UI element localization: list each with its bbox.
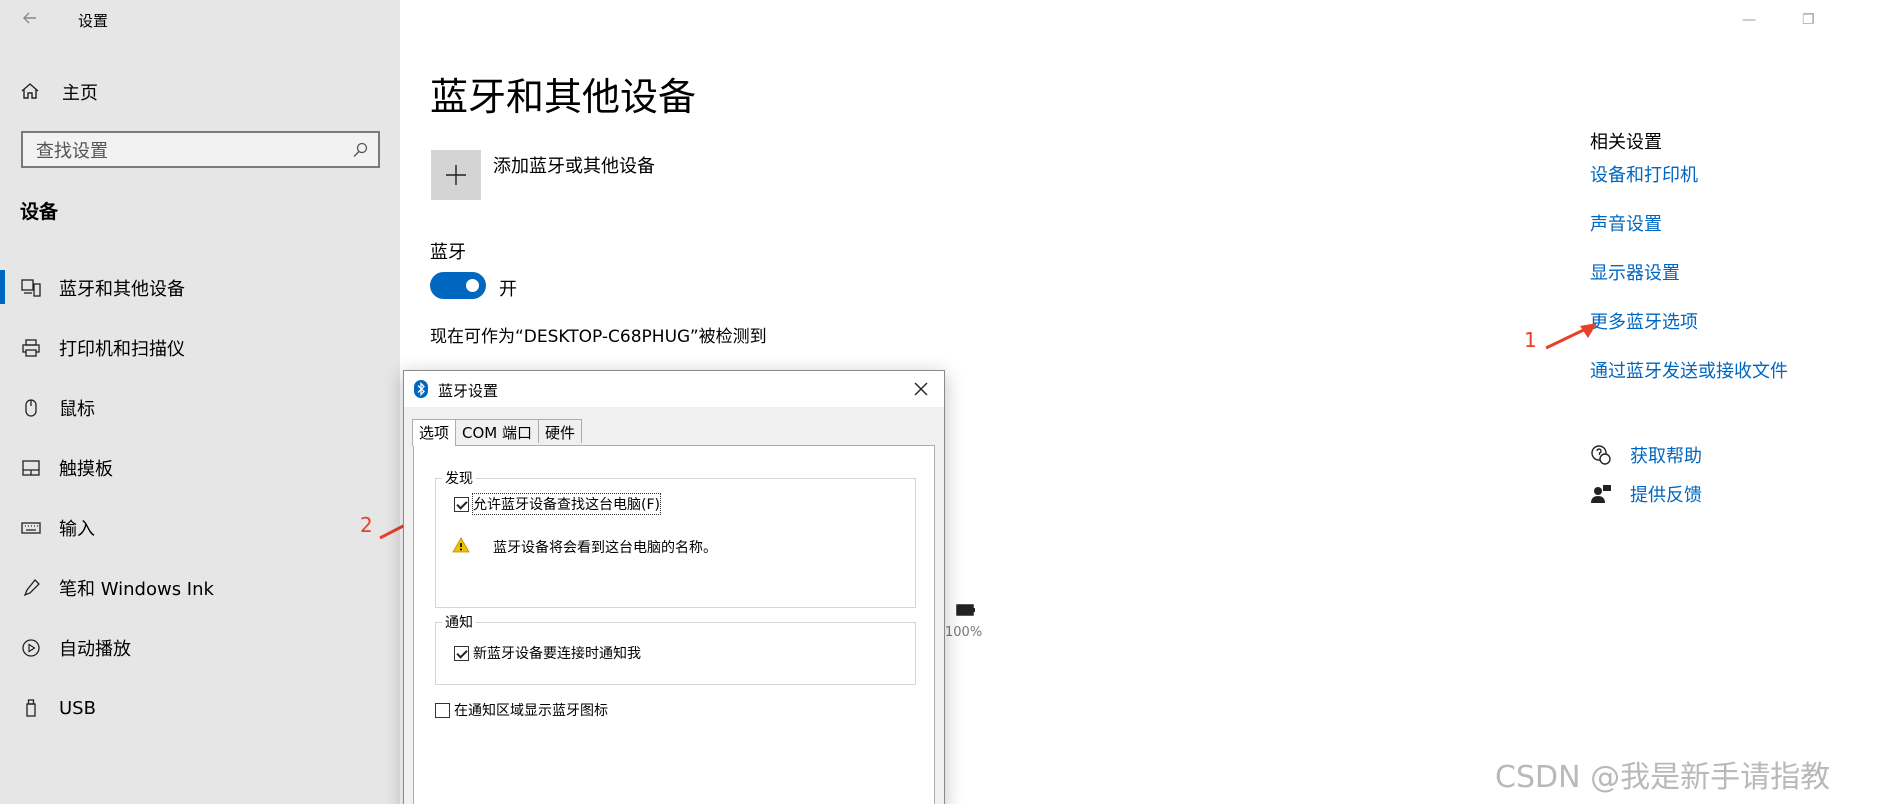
app-title: 设置 bbox=[78, 12, 109, 30]
link-more-bluetooth-options[interactable]: 更多蓝牙选项 bbox=[1590, 308, 1698, 334]
notify-group-label: 通知 bbox=[442, 612, 476, 632]
checkbox-unchecked bbox=[435, 702, 450, 718]
bluetooth-settings-dialog: 蓝牙设置 选项 COM 端口 硬件 发现 允许蓝牙设备查找这台电脑(F) 蓝牙设… bbox=[403, 370, 945, 804]
sidebar-item-label: 触摸板 bbox=[59, 459, 113, 480]
feedback-label: 提供反馈 bbox=[1630, 485, 1702, 506]
watermark: CSDN @我是新手请指教 bbox=[1495, 760, 1831, 795]
add-device-button[interactable]: 添加蓝牙或其他设备 bbox=[431, 150, 655, 200]
annotation-number-1: 1 bbox=[1524, 328, 1537, 352]
printer-icon bbox=[20, 337, 42, 359]
search-input[interactable]: 查找设置 bbox=[21, 131, 380, 168]
touchpad-icon bbox=[20, 457, 42, 479]
get-help-link[interactable]: 获取帮助 bbox=[1590, 442, 1702, 468]
link-send-receive-bluetooth[interactable]: 通过蓝牙发送或接收文件 bbox=[1590, 357, 1788, 383]
notify-new-label: 新蓝牙设备要连接时通知我 bbox=[473, 646, 641, 662]
search-icon[interactable] bbox=[352, 142, 368, 158]
tab-hardware[interactable]: 硬件 bbox=[538, 419, 583, 443]
pen-icon bbox=[20, 577, 42, 599]
battery-icon bbox=[956, 602, 976, 616]
close-icon[interactable] bbox=[910, 378, 932, 400]
discovery-group-label: 发现 bbox=[442, 468, 476, 488]
battery-percent: 100% bbox=[945, 625, 983, 640]
minimize-icon[interactable]: — bbox=[1742, 12, 1756, 28]
autoplay-icon bbox=[20, 637, 42, 659]
back-arrow-icon[interactable] bbox=[22, 10, 38, 26]
home-label: 主页 bbox=[62, 83, 98, 104]
discovery-group: 发现 允许蓝牙设备查找这台电脑(F) 蓝牙设备将会看到这台电脑的名称。 bbox=[435, 468, 916, 608]
annotation-number-2: 2 bbox=[360, 513, 373, 537]
restore-icon[interactable]: ❐ bbox=[1802, 12, 1815, 28]
checkbox-checked bbox=[454, 645, 469, 661]
section-title: 设备 bbox=[20, 201, 59, 223]
notify-new-checkbox[interactable]: 新蓝牙设备要连接时通知我 bbox=[454, 643, 641, 663]
sidebar-item-label: 输入 bbox=[59, 519, 95, 540]
sidebar: 设置 主页 查找设置 设备 蓝牙和其他设备 打印机和扫描仪 鼠标 触摸板 输入 … bbox=[0, 0, 400, 804]
home-icon bbox=[20, 81, 42, 103]
sidebar-nav: 蓝牙和其他设备 打印机和扫描仪 鼠标 触摸板 输入 笔和 Windows Ink… bbox=[0, 258, 400, 738]
show-tray-icon-label: 在通知区域显示蓝牙图标 bbox=[454, 703, 608, 719]
plus-icon bbox=[431, 150, 481, 200]
home-nav-item[interactable]: 主页 bbox=[20, 79, 98, 105]
bluetooth-icon bbox=[414, 380, 428, 398]
dialog-titlebar: 蓝牙设置 bbox=[404, 371, 944, 407]
usb-icon bbox=[20, 697, 42, 719]
toggle-state-label: 开 bbox=[499, 279, 517, 300]
dialog-tabs: 选项 COM 端口 硬件 bbox=[412, 419, 583, 446]
get-help-label: 获取帮助 bbox=[1630, 446, 1702, 467]
help-chat-icon bbox=[1590, 444, 1612, 466]
related-settings-title: 相关设置 bbox=[1590, 132, 1662, 153]
checkbox-checked bbox=[454, 496, 469, 512]
dialog-title: 蓝牙设置 bbox=[438, 382, 499, 400]
discoverable-text: 现在可作为“DESKTOP-C68PHUG”被检测到 bbox=[430, 327, 767, 347]
bluetooth-devices-icon bbox=[20, 277, 42, 299]
link-display-settings[interactable]: 显示器设置 bbox=[1590, 259, 1680, 285]
tab-options[interactable]: 选项 bbox=[412, 419, 457, 446]
notify-group: 通知 新蓝牙设备要连接时通知我 bbox=[435, 612, 916, 685]
mouse-icon bbox=[20, 397, 42, 419]
allow-discovery-label: 允许蓝牙设备查找这台电脑(F) bbox=[472, 493, 661, 515]
window-controls: — ❐ bbox=[1712, 0, 1892, 40]
search-placeholder: 查找设置 bbox=[36, 140, 108, 162]
sidebar-item-bluetooth[interactable]: 蓝牙和其他设备 bbox=[0, 258, 400, 318]
link-devices-printers[interactable]: 设备和打印机 bbox=[1590, 161, 1698, 187]
sidebar-item-touchpad[interactable]: 触摸板 bbox=[0, 438, 400, 498]
allow-discovery-checkbox[interactable]: 允许蓝牙设备查找这台电脑(F) bbox=[454, 493, 661, 515]
sidebar-item-autoplay[interactable]: 自动播放 bbox=[0, 618, 400, 678]
add-device-label: 添加蓝牙或其他设备 bbox=[493, 156, 655, 177]
sidebar-item-usb[interactable]: USB bbox=[0, 678, 400, 738]
link-sound-settings[interactable]: 声音设置 bbox=[1590, 210, 1662, 236]
sidebar-item-mouse[interactable]: 鼠标 bbox=[0, 378, 400, 438]
bluetooth-label: 蓝牙 bbox=[430, 242, 466, 263]
settings-window: 设置 主页 查找设置 设备 蓝牙和其他设备 打印机和扫描仪 鼠标 触摸板 输入 … bbox=[0, 0, 1892, 804]
warning-icon bbox=[452, 537, 470, 557]
warning-text: 蓝牙设备将会看到这台电脑的名称。 bbox=[493, 540, 717, 556]
sidebar-item-printers[interactable]: 打印机和扫描仪 bbox=[0, 318, 400, 378]
sidebar-item-typing[interactable]: 输入 bbox=[0, 498, 400, 558]
feedback-icon bbox=[1590, 483, 1612, 505]
tab-com-ports[interactable]: COM 端口 bbox=[455, 419, 540, 443]
keyboard-icon bbox=[20, 517, 42, 539]
sidebar-item-label: 蓝牙和其他设备 bbox=[59, 279, 185, 300]
sidebar-item-label: 鼠标 bbox=[59, 399, 95, 420]
options-panel: 发现 允许蓝牙设备查找这台电脑(F) 蓝牙设备将会看到这台电脑的名称。 通知 新… bbox=[413, 445, 935, 804]
sidebar-item-label: 打印机和扫描仪 bbox=[59, 339, 185, 360]
show-tray-icon-checkbox[interactable]: 在通知区域显示蓝牙图标 bbox=[435, 700, 608, 720]
sidebar-item-pen[interactable]: 笔和 Windows Ink bbox=[0, 558, 400, 618]
sidebar-item-label: USB bbox=[59, 697, 96, 719]
page-title: 蓝牙和其他设备 bbox=[430, 75, 697, 119]
bluetooth-toggle[interactable] bbox=[430, 272, 486, 299]
sidebar-item-label: 笔和 Windows Ink bbox=[59, 579, 214, 600]
sidebar-item-label: 自动播放 bbox=[59, 639, 131, 660]
feedback-link[interactable]: 提供反馈 bbox=[1590, 481, 1702, 507]
